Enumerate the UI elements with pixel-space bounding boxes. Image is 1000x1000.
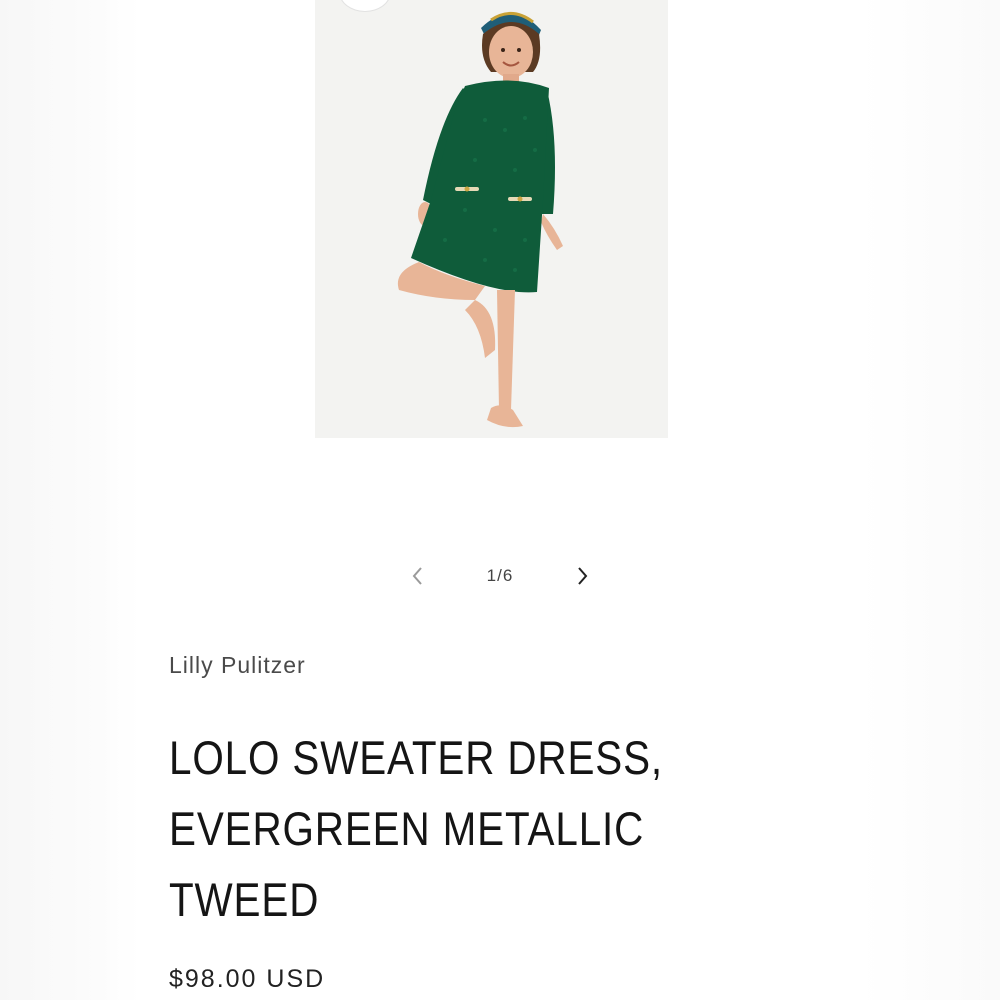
chevron-left-icon (412, 567, 422, 585)
product-image[interactable] (315, 0, 668, 438)
next-slide-button[interactable] (564, 558, 600, 594)
left-panel-shade (0, 0, 140, 1000)
product-vendor[interactable]: Lilly Pulitzer (169, 652, 306, 679)
product-title-line: LOLO SWEATER DRESS, (169, 731, 664, 784)
right-panel-shade (860, 0, 1000, 1000)
slide-counter: 1/6 (486, 566, 514, 585)
product-photo (315, 0, 668, 438)
previous-slide-button[interactable] (400, 558, 436, 594)
chevron-right-icon (578, 567, 588, 585)
product-price: $98.00 USD (169, 965, 326, 993)
gallery-slider-controls: 1/6 (400, 558, 600, 594)
product-title-line: EVERGREEN METALLIC (169, 802, 645, 855)
product-page: 1/6 Lilly Pulitzer LOLO SWEATER DRESS, E… (0, 0, 1000, 1000)
product-title-line: TWEED (169, 873, 320, 926)
product-title: LOLO SWEATER DRESS, EVERGREEN METALLIC T… (169, 722, 702, 935)
